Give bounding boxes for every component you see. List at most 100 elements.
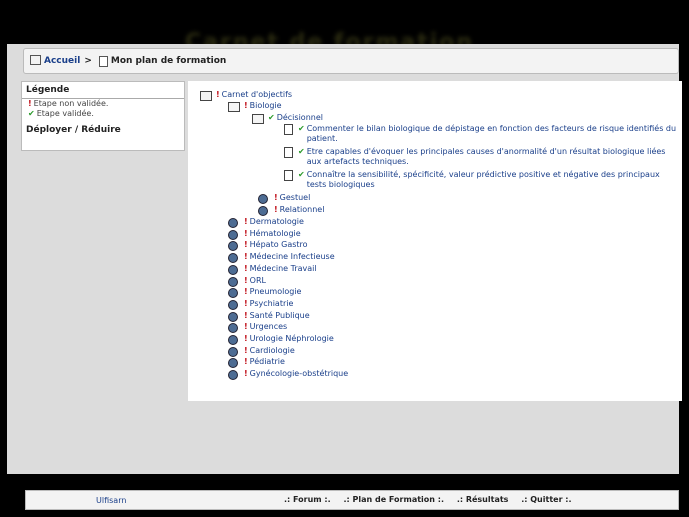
results-link[interactable]: .: Résultats bbox=[457, 495, 509, 504]
specialty-item[interactable]: ! Hépato Gastro bbox=[228, 240, 308, 252]
check-icon: ✔ bbox=[298, 147, 305, 156]
tree-node-gestuel[interactable]: ! Gestuel bbox=[258, 193, 310, 204]
legend-title: Légende bbox=[22, 82, 184, 99]
folder-icon[interactable] bbox=[228, 102, 240, 112]
check-icon: ✔ bbox=[268, 113, 275, 122]
page-icon bbox=[98, 55, 108, 67]
user-name: Ulfisarn bbox=[96, 496, 127, 505]
specialty-label: Santé Publique bbox=[249, 310, 310, 320]
specialty-label: Gynécologie-obstétrique bbox=[249, 369, 349, 379]
specialty-label: Psychiatrie bbox=[249, 298, 294, 308]
exclamation-icon: ! bbox=[244, 252, 248, 262]
expand-collapse-toggle[interactable]: Déployer / Réduire bbox=[22, 119, 184, 135]
plan-link[interactable]: .: Plan de Formation :. bbox=[343, 495, 444, 504]
exclamation-icon: ! bbox=[244, 298, 248, 308]
app-window: Accueil > Mon plan de formation Légende … bbox=[7, 44, 682, 510]
node-icon[interactable] bbox=[228, 346, 238, 357]
exclamation-icon: ! bbox=[274, 193, 278, 202]
node-icon[interactable] bbox=[228, 264, 238, 275]
footer-bar: Ulfisarn .: Forum :. .: Plan de Formatio… bbox=[25, 490, 679, 510]
exclamation-icon: ! bbox=[244, 322, 248, 332]
exclamation-icon: ! bbox=[244, 240, 248, 250]
exclamation-icon: ! bbox=[216, 90, 220, 99]
specialty-item[interactable]: ! Urologie Néphrologie bbox=[228, 334, 334, 345]
specialty-label: Cardiologie bbox=[249, 345, 295, 355]
specialty-item[interactable]: ! Urgences bbox=[228, 322, 288, 334]
breadcrumb-separator: > bbox=[84, 56, 92, 66]
node-icon[interactable] bbox=[228, 358, 238, 369]
specialty-label: Hépato Gastro bbox=[249, 240, 308, 250]
footer-menu: .: Forum :. .: Plan de Formation :. .: R… bbox=[284, 495, 582, 504]
node-icon[interactable] bbox=[228, 218, 238, 228]
check-icon: ✔ bbox=[298, 170, 305, 179]
node-icon[interactable] bbox=[228, 370, 238, 381]
node-icon[interactable] bbox=[228, 288, 238, 299]
exclamation-icon: ! bbox=[244, 345, 248, 355]
forum-link[interactable]: .: Forum :. bbox=[284, 495, 331, 504]
specialty-label: Pédiatrie bbox=[249, 357, 285, 367]
specialty-item[interactable]: ! Santé Publique bbox=[228, 311, 310, 322]
exclamation-icon: ! bbox=[244, 287, 248, 297]
exclamation-icon: ! bbox=[244, 310, 248, 320]
quit-link[interactable]: .: Quitter :. bbox=[521, 495, 571, 504]
node-icon[interactable] bbox=[258, 194, 268, 204]
exclamation-icon: ! bbox=[244, 228, 248, 238]
check-icon: ✔ bbox=[298, 124, 305, 133]
specialty-label: Urologie Néphrologie bbox=[249, 334, 334, 343]
specialty-item[interactable]: ! Gynécologie-obstétrique bbox=[228, 369, 349, 381]
breadcrumb-home-link[interactable]: Accueil bbox=[44, 56, 80, 66]
node-icon[interactable] bbox=[228, 311, 238, 322]
specialty-label: Médecine Travail bbox=[249, 263, 317, 273]
node-icon[interactable] bbox=[228, 276, 238, 287]
specialty-item[interactable]: ! Hématologie bbox=[228, 229, 301, 240]
document-icon bbox=[284, 147, 293, 158]
node-icon[interactable] bbox=[228, 323, 238, 334]
document-icon bbox=[284, 170, 293, 181]
node-icon[interactable] bbox=[258, 206, 268, 216]
node-icon[interactable] bbox=[228, 253, 238, 264]
exclamation-icon: ! bbox=[244, 101, 248, 110]
specialty-item[interactable]: ! ORL bbox=[228, 276, 266, 287]
exclamation-icon: ! bbox=[274, 205, 278, 214]
specialty-label: Pneumologie bbox=[249, 287, 302, 297]
specialty-item[interactable]: ! Psychiatrie bbox=[228, 299, 293, 310]
document-icon bbox=[284, 124, 293, 135]
objective-item[interactable]: ✔ Commenter le bilan biologique de dépist… bbox=[284, 124, 677, 144]
tree-node-decisionnel[interactable]: ✔ Décisionnel bbox=[252, 113, 323, 124]
exclamation-icon: ! bbox=[244, 263, 248, 273]
specialty-item[interactable]: ! Médecine Infectieuse bbox=[228, 252, 335, 264]
specialty-label: ORL bbox=[249, 275, 266, 285]
exclamation-icon: ! bbox=[28, 99, 32, 108]
home-icon[interactable] bbox=[30, 55, 41, 65]
specialty-item[interactable]: ! Pneumologie bbox=[228, 287, 302, 299]
training-tree: ! Carnet d'objectifs ! Biologie ✔ Décisionn… bbox=[188, 81, 682, 401]
check-icon: ✔ bbox=[28, 109, 35, 118]
tree-node-biologie[interactable]: ! Biologie bbox=[228, 101, 282, 112]
node-icon[interactable] bbox=[228, 229, 238, 240]
folder-icon[interactable] bbox=[252, 114, 264, 124]
specialty-item[interactable]: ! Dermatologie bbox=[228, 217, 304, 228]
objective-item[interactable]: ✔ Etre capables d'évoquer les principales… bbox=[284, 147, 677, 167]
breadcrumb: Accueil > Mon plan de formation bbox=[23, 48, 679, 74]
specialty-label: Urgences bbox=[249, 322, 288, 332]
tree-node-relationnel[interactable]: ! Relationnel bbox=[258, 205, 324, 216]
objective-item[interactable]: ✔ Connaître la sensibilité, spécificité, … bbox=[284, 170, 677, 190]
exclamation-icon: ! bbox=[244, 334, 248, 343]
specialty-item[interactable]: ! Cardiologie bbox=[228, 346, 295, 357]
node-icon[interactable] bbox=[228, 335, 238, 345]
specialty-item[interactable]: ! Médecine Travail bbox=[228, 264, 317, 275]
exclamation-icon: ! bbox=[244, 275, 248, 285]
node-icon[interactable] bbox=[228, 241, 238, 252]
node-icon[interactable] bbox=[228, 299, 238, 310]
exclamation-icon: ! bbox=[244, 369, 248, 379]
legend-not-validated: ! Etape non validée. bbox=[28, 99, 109, 108]
specialty-item[interactable]: ! Pédiatrie bbox=[228, 357, 285, 369]
exclamation-icon: ! bbox=[244, 217, 248, 226]
exclamation-icon: ! bbox=[244, 357, 248, 367]
folder-icon[interactable] bbox=[200, 91, 212, 101]
legend-validated: ✔ Etape validée. bbox=[28, 109, 94, 118]
specialty-label: Dermatologie bbox=[249, 217, 304, 226]
specialty-label: Hématologie bbox=[249, 228, 301, 238]
breadcrumb-current: Mon plan de formation bbox=[110, 56, 227, 66]
tree-root[interactable]: ! Carnet d'objectifs bbox=[200, 90, 292, 101]
